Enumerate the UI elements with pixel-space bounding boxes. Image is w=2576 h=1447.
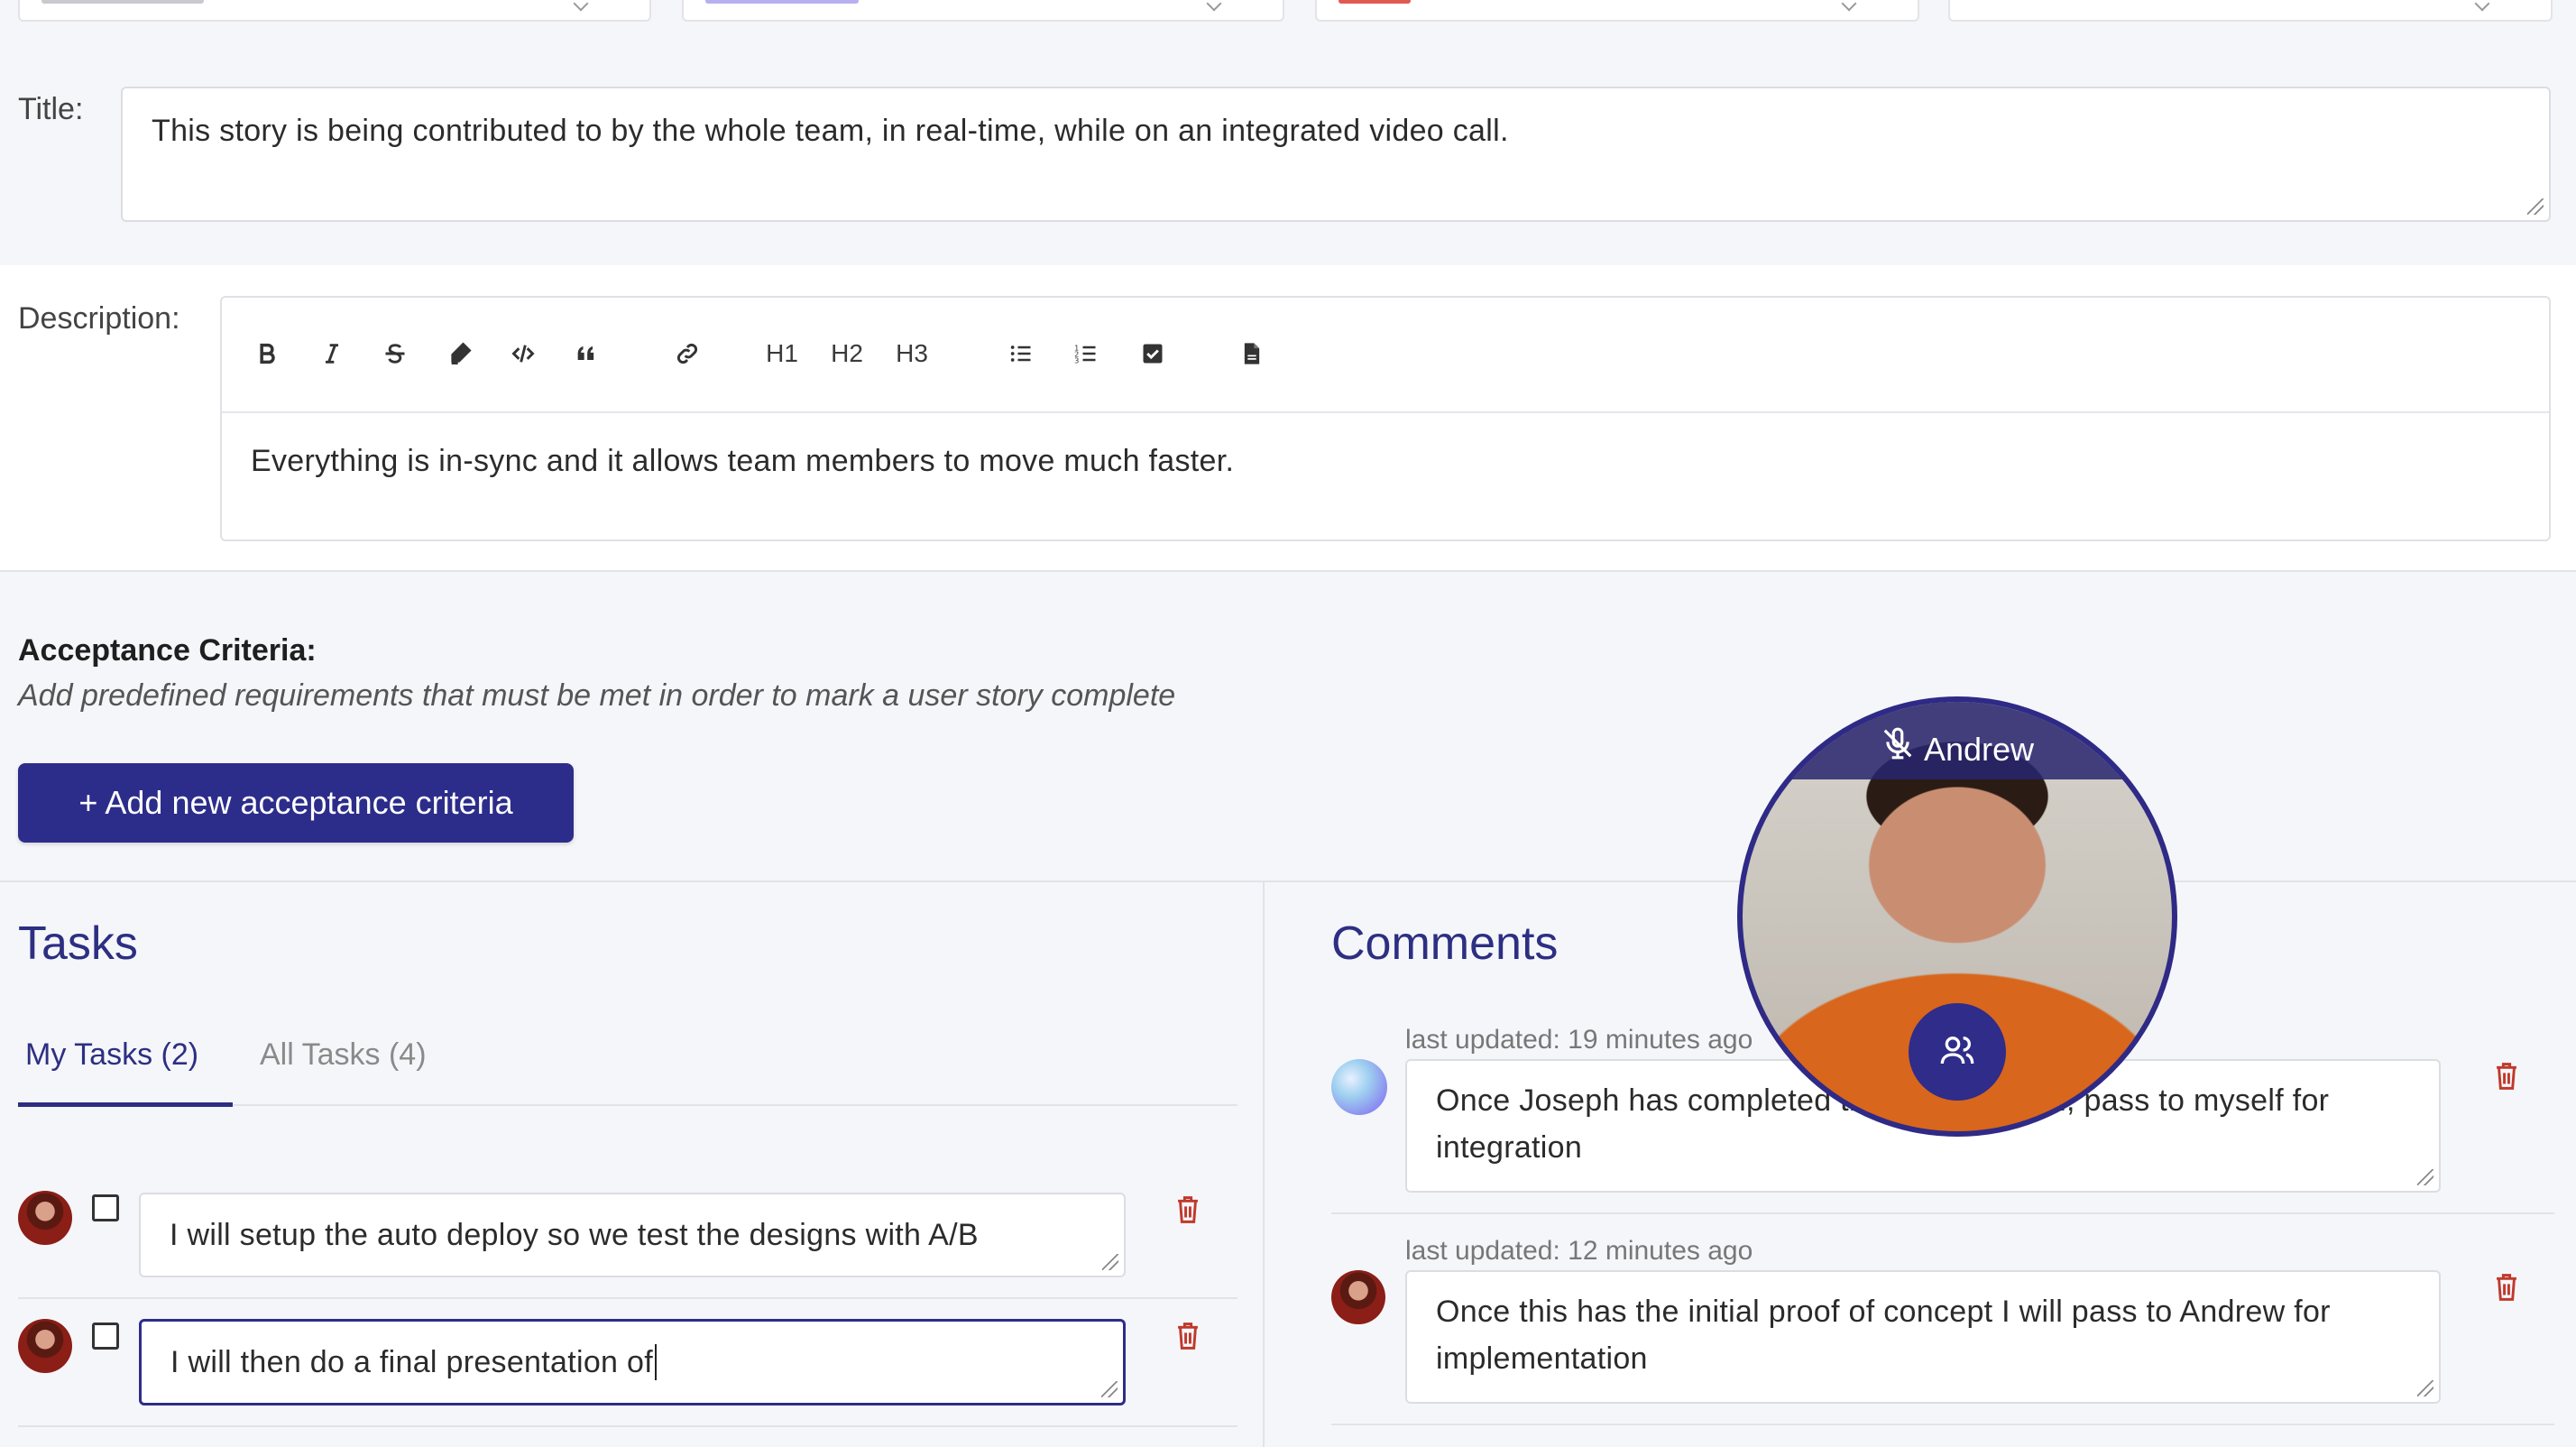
top-select-1[interactable]	[18, 0, 651, 22]
task-input[interactable]: I will setup the auto deploy so we test …	[139, 1193, 1126, 1277]
tab-my-tasks[interactable]: My Tasks (2)	[25, 1037, 198, 1073]
mic-off-icon	[1881, 726, 1915, 769]
select-value-pill	[41, 0, 204, 4]
title-label: Title:	[18, 92, 84, 126]
delete-task-button[interactable]	[1174, 1194, 1201, 1230]
trash-icon	[2493, 1063, 2520, 1095]
title-text: This story is being contributed to by th…	[152, 114, 1509, 148]
bullet-list-icon[interactable]	[1001, 334, 1041, 373]
select-value-pill	[705, 0, 859, 4]
task-row-divider	[18, 1425, 1237, 1427]
ordered-list-icon[interactable]: 123	[1066, 334, 1106, 373]
trash-icon	[1174, 1196, 1201, 1229]
chevron-down-icon	[2474, 0, 2490, 12]
file-icon[interactable]	[1232, 334, 1272, 373]
description-editor[interactable]: H1 H2 H3 123 Everything is in-sync and i…	[220, 296, 2551, 541]
select-value-pill	[1339, 0, 1411, 4]
heading-2-button[interactable]: H2	[824, 334, 869, 373]
text-cursor	[654, 1344, 657, 1380]
link-icon[interactable]	[667, 334, 707, 373]
section-divider	[0, 880, 2576, 882]
delete-comment-button[interactable]	[2493, 1272, 2520, 1307]
avatar	[1331, 1270, 1385, 1324]
chevron-down-icon	[1206, 0, 1222, 12]
resize-handle[interactable]	[1102, 1254, 1118, 1270]
participants-icon	[1939, 1032, 1975, 1073]
description-label: Description:	[18, 301, 180, 336]
chevron-down-icon	[1841, 0, 1857, 12]
video-call-bubble[interactable]: Andrew	[1737, 696, 2177, 1137]
tab-all-tasks[interactable]: All Tasks (4)	[260, 1037, 427, 1073]
task-input[interactable]: I will then do a final presentation of	[139, 1319, 1126, 1406]
strikethrough-icon[interactable]	[375, 334, 415, 373]
top-select-4[interactable]	[1948, 0, 2553, 22]
add-acceptance-criteria-button[interactable]: + Add new acceptance criteria	[18, 763, 574, 843]
participants-button[interactable]	[1909, 1003, 2006, 1101]
bold-icon[interactable]	[247, 334, 287, 373]
resize-handle[interactable]	[2527, 198, 2544, 215]
trash-icon	[1174, 1323, 1201, 1355]
comment-divider	[1331, 1424, 2554, 1425]
task-row-divider	[18, 1297, 1237, 1299]
participant-name-bar: Andrew	[1743, 702, 2172, 779]
task-text: I will setup the auto deploy so we test …	[170, 1217, 979, 1252]
column-divider	[1263, 882, 1265, 1447]
delete-task-button[interactable]	[1174, 1321, 1201, 1356]
title-textarea[interactable]: This story is being contributed to by th…	[121, 87, 2551, 222]
task-list-icon[interactable]	[1133, 334, 1173, 373]
task-checkbox[interactable]	[92, 1194, 119, 1221]
code-icon[interactable]	[503, 334, 543, 373]
active-tab-indicator	[18, 1102, 233, 1107]
comment-text: Once this has the initial proof of conce…	[1436, 1295, 2331, 1376]
comments-heading: Comments	[1331, 917, 1559, 970]
avatar	[18, 1319, 72, 1373]
acceptance-title: Acceptance Criteria:	[18, 633, 317, 668]
trash-icon	[2493, 1274, 2520, 1306]
task-checkbox[interactable]	[92, 1323, 119, 1350]
top-select-3[interactable]	[1315, 0, 1919, 22]
comment-timestamp: last updated: 12 minutes ago	[1405, 1236, 1753, 1266]
comment-textarea[interactable]: Once this has the initial proof of conce…	[1405, 1270, 2441, 1404]
heading-3-button[interactable]: H3	[889, 334, 934, 373]
top-select-2[interactable]	[682, 0, 1284, 22]
italic-icon[interactable]	[312, 334, 352, 373]
section-divider	[0, 570, 2576, 572]
quote-icon[interactable]	[566, 334, 606, 373]
task-text: I will then do a final presentation of	[170, 1344, 653, 1379]
resize-handle[interactable]	[1101, 1381, 1118, 1397]
heading-1-button[interactable]: H1	[759, 334, 805, 373]
description-text: Everything is in-sync and it allows team…	[251, 444, 1235, 478]
avatar	[1331, 1059, 1387, 1115]
chevron-down-icon	[573, 0, 589, 12]
comment-divider	[1331, 1212, 2554, 1214]
highlighter-icon[interactable]	[440, 334, 480, 373]
comment-timestamp: last updated: 19 minutes ago	[1405, 1025, 1753, 1055]
tasks-heading: Tasks	[18, 917, 138, 970]
svg-text:3: 3	[1074, 356, 1079, 365]
resize-handle[interactable]	[2417, 1169, 2433, 1185]
resize-handle[interactable]	[2417, 1380, 2433, 1396]
participant-name: Andrew	[1923, 731, 2035, 768]
delete-comment-button[interactable]	[2493, 1061, 2520, 1096]
avatar	[18, 1191, 72, 1245]
acceptance-subtitle: Add predefined requirements that must be…	[18, 678, 1176, 713]
editor-toolbar: H1 H2 H3 123	[222, 298, 2549, 413]
